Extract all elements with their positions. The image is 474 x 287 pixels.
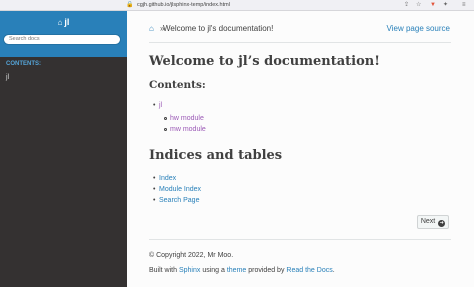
search-page-link[interactable]: Search Page (159, 196, 199, 205)
built-with-text: . (332, 267, 335, 274)
home-icon: ⌂ (57, 18, 63, 27)
built-with-text: provided by (246, 267, 287, 274)
built-with-text: Built with (149, 267, 179, 274)
next-button[interactable]: Next ➜ (417, 215, 449, 229)
divider (149, 42, 451, 43)
sidebar-item-jl[interactable]: jl (6, 73, 9, 82)
page-title: Welcome to jl’s documentation! (149, 54, 380, 69)
project-name: jl (64, 17, 70, 27)
sidebar: ⌂ jl Search docs CONTENTS: jl (0, 11, 127, 287)
view-page-source-link[interactable]: View page source (387, 24, 450, 34)
project-link[interactable]: ⌂ jl (0, 16, 127, 29)
search-input[interactable]: Search docs (3, 34, 121, 45)
bullet: • (153, 102, 156, 109)
breadcrumb-current: Welcome to jl's documentation! (163, 24, 274, 33)
contents-heading: Contents: (149, 79, 206, 91)
divider (149, 239, 451, 240)
index-link[interactable]: Index (159, 174, 176, 183)
copyright: © Copyright 2022, Mr Moo. (149, 252, 234, 259)
browser-toolbar: 🔒 cgjh.github.io/jlsphinx-temp/index.htm… (0, 0, 474, 11)
bullet: • (153, 175, 156, 182)
built-with-line: Built with Sphinx using a theme provided… (149, 266, 335, 275)
read-the-docs-link[interactable]: Read the Docs (286, 267, 332, 274)
module-index-link[interactable]: Module Index (159, 185, 201, 194)
toc-caption: CONTENTS: (6, 61, 41, 67)
toc-link-hw-module[interactable]: hw module (170, 114, 204, 123)
lock-icon: 🔒 (126, 2, 134, 8)
star-icon[interactable]: ☆ (416, 1, 421, 9)
toc-link-jl[interactable]: jl (159, 101, 162, 110)
built-with-text: using a (200, 267, 227, 274)
bullet (164, 117, 167, 120)
indices-heading: Indices and tables (149, 148, 283, 163)
toc-link-mw-module[interactable]: mw module (170, 125, 206, 134)
next-label: Next (420, 218, 436, 225)
sidebar-header: ⌂ jl Search docs (0, 11, 127, 57)
extensions-icon[interactable]: ✦ (443, 1, 448, 9)
sphinx-link[interactable]: Sphinx (179, 267, 200, 274)
share-icon[interactable]: ⇪ (404, 1, 409, 9)
menu-icon[interactable]: ≡ (462, 1, 466, 9)
bullet (164, 128, 167, 131)
bullet: • (153, 186, 156, 193)
home-icon[interactable]: ⌂ (149, 24, 154, 33)
arrow-right-icon: ➜ (438, 220, 446, 227)
brave-shield-icon[interactable]: ▼ (430, 1, 436, 9)
theme-link[interactable]: theme (227, 267, 246, 274)
bullet: • (153, 197, 156, 204)
address-bar[interactable]: cgjh.github.io/jlsphinx-temp/index.html (137, 1, 230, 9)
main-content: ⌂ » Welcome to jl's documentation! View … (127, 11, 474, 287)
